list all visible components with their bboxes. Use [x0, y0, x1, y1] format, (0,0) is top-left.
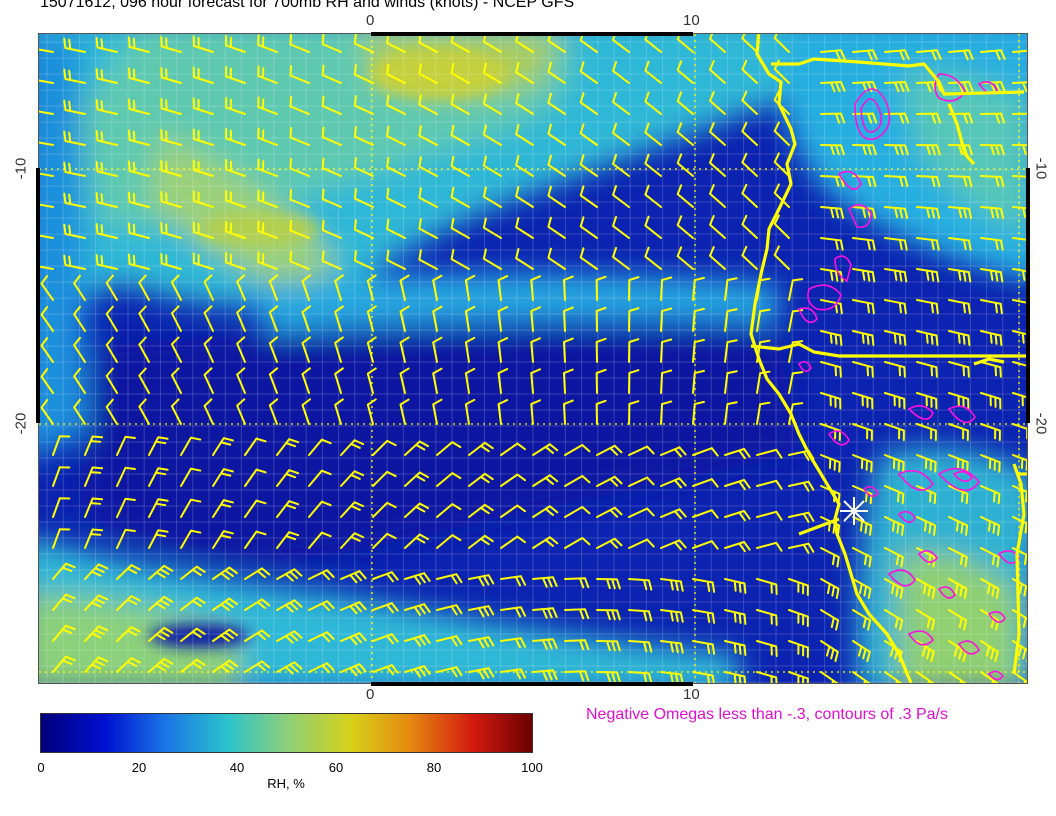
station-star-icon: [840, 497, 868, 525]
left-frame-bar: [36, 168, 40, 423]
rh-wind-map: [39, 34, 1027, 683]
chart-title: 15071612, 096 hour forecast for 700mb RH…: [40, 0, 575, 11]
bottom-frame-bar: [371, 682, 693, 686]
rh-colorbar: [40, 713, 533, 753]
omega-note: Negative Omegas less than -.3, contours …: [586, 706, 948, 723]
left-tick-minus20: -20: [12, 412, 30, 435]
bottom-tick-10: 10: [683, 686, 700, 703]
colorbar-label-60: 60: [328, 760, 344, 775]
colorbar-label-0: 0: [37, 760, 45, 775]
colorbar-label-80: 80: [426, 760, 442, 775]
top-frame-bar: [371, 32, 693, 36]
colorbar-label-20: 20: [131, 760, 147, 775]
colorbar-label-40: 40: [229, 760, 245, 775]
right-tick-minus10: -10: [1032, 157, 1050, 180]
top-tick-0: 0: [366, 12, 375, 29]
right-tick-minus20: -20: [1032, 412, 1050, 435]
map-panel: [38, 33, 1028, 684]
left-tick-minus10: -10: [12, 157, 30, 180]
right-frame-bar: [1026, 168, 1030, 423]
top-tick-10: 10: [683, 12, 700, 29]
colorbar-title: RH, %: [267, 776, 305, 791]
bottom-tick-0: 0: [366, 686, 375, 703]
colorbar-label-100: 100: [521, 760, 543, 775]
